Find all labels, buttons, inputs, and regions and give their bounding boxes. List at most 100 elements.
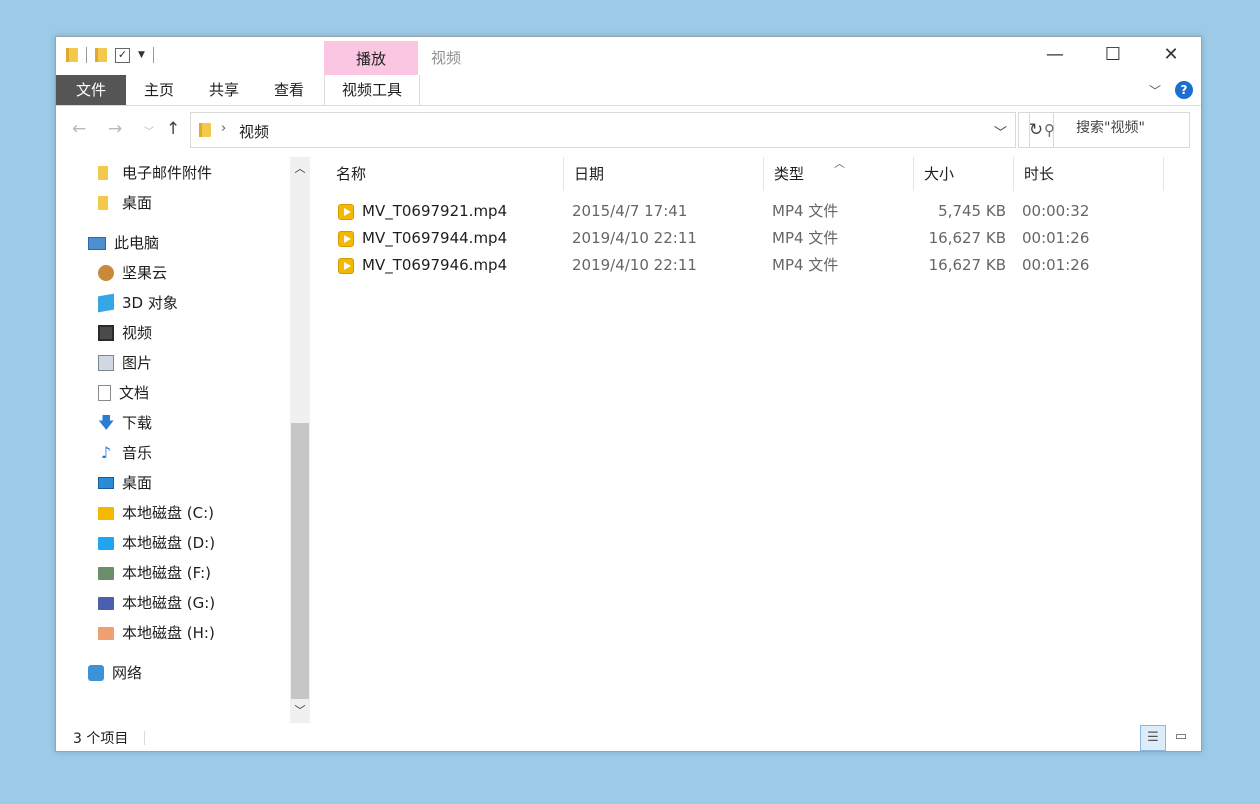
desktop-icon xyxy=(98,477,114,489)
toolbar-divider xyxy=(152,47,154,63)
forward-arrow-icon[interactable]: → xyxy=(108,119,122,139)
toolbar-divider xyxy=(86,47,87,63)
drive-icon xyxy=(98,566,114,580)
status-bar: 3 个项目 ☰ ▭ xyxy=(56,725,1201,751)
scroll-thumb[interactable] xyxy=(291,423,309,699)
title-bar: ✓ ▼ 播放 视频 — ☐ ✕ xyxy=(56,37,1201,75)
nav-item-pictures[interactable]: 图片 xyxy=(98,349,152,377)
tab-view[interactable]: 查看 xyxy=(256,75,322,105)
download-icon: 🡇 xyxy=(98,413,115,432)
details-view-button[interactable]: ☰ xyxy=(1140,725,1166,751)
search-input[interactable] xyxy=(1076,120,1184,136)
item-count: 3 个项目 xyxy=(73,731,129,747)
file-type: MP4 文件 xyxy=(772,202,839,220)
help-icon[interactable]: ? xyxy=(1175,81,1193,99)
folder-icon[interactable] xyxy=(66,48,78,62)
nav-item-desktop-quick[interactable]: 桌面 xyxy=(98,189,152,217)
nav-item-drive-d[interactable]: 本地磁盘 (D:) xyxy=(98,529,215,557)
nav-item-nutstore[interactable]: 坚果云 xyxy=(98,259,167,287)
nav-item-desktop[interactable]: 桌面 xyxy=(98,469,152,497)
nav-item-network[interactable]: 网络 xyxy=(88,659,142,687)
nav-item-this-pc[interactable]: 此电脑 xyxy=(88,229,159,257)
column-header-date[interactable]: 日期 xyxy=(564,157,764,191)
recent-locations-chevron-icon[interactable]: ﹀ xyxy=(144,123,154,138)
path-separator-icon[interactable]: › xyxy=(221,121,226,136)
nav-item-drive-g[interactable]: 本地磁盘 (G:) xyxy=(98,589,215,617)
expand-ribbon-chevron-icon[interactable]: ﹀ xyxy=(1149,82,1161,99)
file-duration: 00:01:26 xyxy=(1022,256,1090,274)
video-icon xyxy=(98,325,114,341)
navigation-row: ← → ﹀ ↑ › 视频 ﹀ ↻ ⚲ xyxy=(56,112,1201,150)
scroll-down-icon[interactable]: ﹀ xyxy=(290,699,310,723)
file-type: MP4 文件 xyxy=(772,229,839,247)
drive-icon xyxy=(98,626,114,640)
large-icons-view-button[interactable]: ▭ xyxy=(1168,725,1194,751)
pc-icon xyxy=(88,236,106,250)
explorer-window: ✓ ▼ 播放 视频 — ☐ ✕ 文件 主页 共享 查看 视频工具 ﹀ ? ← →… xyxy=(55,36,1202,752)
tab-file[interactable]: 文件 xyxy=(56,75,126,105)
minimize-button[interactable]: — xyxy=(1026,37,1084,73)
music-icon: ♪ xyxy=(100,443,112,462)
nav-item-drive-f[interactable]: 本地磁盘 (F:) xyxy=(98,559,211,587)
file-size: 16,627 KB xyxy=(928,256,1006,274)
table-row[interactable]: MV_T0697921.mp4 2015/4/7 17:41 MP4 文件 5,… xyxy=(326,198,1186,225)
video-file-icon xyxy=(338,257,354,274)
video-file-icon xyxy=(338,203,354,220)
file-duration: 00:01:26 xyxy=(1022,229,1090,247)
nav-item-drive-h[interactable]: 本地磁盘 (H:) xyxy=(98,619,215,647)
search-box[interactable]: ⚲ xyxy=(1029,112,1190,148)
file-size: 16,627 KB xyxy=(928,229,1006,247)
file-type: MP4 文件 xyxy=(772,256,839,274)
search-icon: ⚲ xyxy=(1044,121,1055,139)
table-row[interactable]: MV_T0697946.mp4 2019/4/10 22:11 MP4 文件 1… xyxy=(326,252,1186,279)
file-date: 2015/4/7 17:41 xyxy=(572,202,688,220)
file-date: 2019/4/10 22:11 xyxy=(572,229,697,247)
drive-icon xyxy=(98,536,114,550)
status-divider xyxy=(144,731,145,745)
nav-item-3d-objects[interactable]: 3D 对象 xyxy=(98,289,178,317)
file-duration: 00:00:32 xyxy=(1022,202,1090,220)
nav-pane-scrollbar[interactable]: ︿ ﹀ xyxy=(290,157,310,723)
breadcrumb-video[interactable]: 视频 xyxy=(239,121,269,142)
address-history-chevron-icon[interactable]: ﹀ xyxy=(994,122,1007,141)
nav-item-documents[interactable]: 文档 xyxy=(98,379,149,407)
nav-item-music[interactable]: ♪ 音乐 xyxy=(98,439,152,467)
video-file-icon xyxy=(338,230,354,247)
new-folder-icon[interactable] xyxy=(95,48,107,62)
column-header-name[interactable]: 名称 xyxy=(326,157,564,191)
table-row[interactable]: MV_T0697944.mp4 2019/4/10 22:11 MP4 文件 1… xyxy=(326,225,1186,252)
scroll-up-icon[interactable]: ︿ xyxy=(290,157,310,181)
file-date: 2019/4/10 22:11 xyxy=(572,256,697,274)
drive-icon xyxy=(98,596,114,610)
nutstore-icon xyxy=(98,265,114,281)
file-name: MV_T0697944.mp4 xyxy=(362,229,508,247)
tab-share[interactable]: 共享 xyxy=(192,75,256,105)
up-arrow-icon[interactable]: ↑ xyxy=(166,119,180,139)
quick-access-toolbar: ✓ ▼ xyxy=(66,47,154,63)
folder-icon xyxy=(98,196,108,210)
column-header-type[interactable]: 类型 xyxy=(764,157,914,191)
network-icon xyxy=(88,665,104,681)
document-icon xyxy=(98,385,111,401)
column-header-size[interactable]: 大小 xyxy=(914,157,1014,191)
column-header-duration[interactable]: 时长 xyxy=(1014,157,1164,191)
customize-toolbar-arrow-icon[interactable]: ▼ xyxy=(138,50,145,60)
tab-home[interactable]: 主页 xyxy=(126,75,192,105)
close-button[interactable]: ✕ xyxy=(1142,37,1200,73)
nav-item-videos[interactable]: 视频 xyxy=(98,319,152,347)
nav-item-drive-c[interactable]: 本地磁盘 (C:) xyxy=(98,499,214,527)
maximize-button[interactable]: ☐ xyxy=(1084,37,1142,73)
nav-item-downloads[interactable]: 🡇 下载 xyxy=(98,409,152,437)
ribbon-tab-bar: 文件 主页 共享 查看 视频工具 ﹀ ? xyxy=(56,75,1201,106)
file-name: MV_T0697946.mp4 xyxy=(362,256,508,274)
back-arrow-icon[interactable]: ← xyxy=(72,119,86,139)
context-tab-play[interactable]: 播放 xyxy=(324,41,418,75)
window-title: 视频 xyxy=(431,49,462,67)
nav-item-email-attachments[interactable]: 电子邮件附件 xyxy=(98,159,212,187)
drive-icon xyxy=(98,506,114,520)
address-bar[interactable]: › 视频 ﹀ xyxy=(190,112,1016,148)
properties-check-icon[interactable]: ✓ xyxy=(115,47,130,63)
picture-icon xyxy=(98,355,114,371)
tab-video-tools[interactable]: 视频工具 xyxy=(324,75,420,105)
navigation-pane: 电子邮件附件 桌面 此电脑 坚果云 3D 对象 视频 图片 文档 🡇 下载 ♪ … xyxy=(56,157,310,723)
